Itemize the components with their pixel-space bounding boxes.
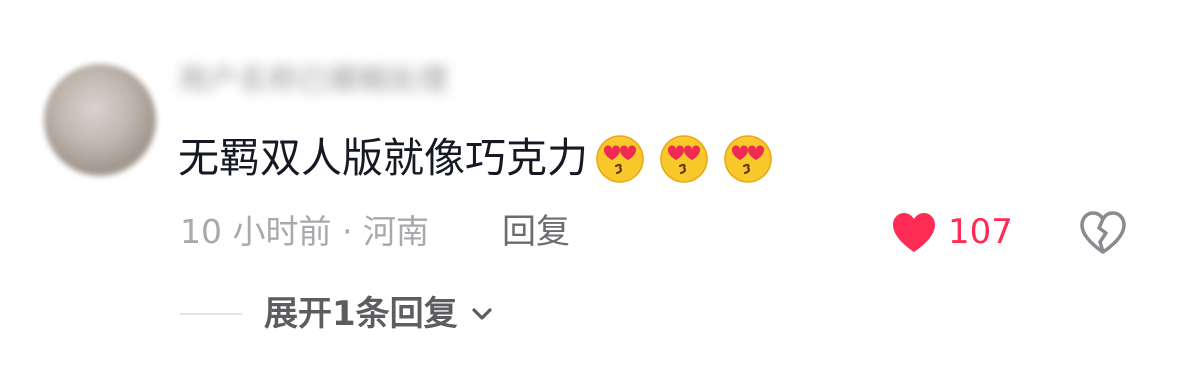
like-button[interactable]: 107 [890, 204, 1013, 260]
chevron-down-icon [472, 308, 492, 320]
broken-heart-icon [1080, 211, 1126, 254]
reply-button[interactable]: 回复 [502, 206, 570, 258]
username[interactable]: 用户名称已模糊处理 [178, 62, 448, 100]
expand-replies-button[interactable]: 展开1条回复 [180, 288, 496, 340]
heart-icon [893, 213, 935, 252]
comment-content: 无羁双人版就像巧克力 [178, 128, 774, 188]
heart-eyes-kiss-emoji-icon [596, 135, 644, 183]
avatar[interactable] [44, 64, 156, 176]
heart-eyes-kiss-emoji-icon [660, 135, 708, 183]
divider [180, 313, 242, 315]
comment-meta: 10 小时前 · 河南 [180, 212, 429, 251]
heart-eyes-kiss-emoji-icon [724, 135, 772, 183]
comment-text: 无羁双人版就像巧克力 [178, 134, 588, 182]
emoji-group [594, 132, 774, 184]
like-count: 107 [948, 212, 1013, 252]
expand-replies-label: 展开1条回复 [264, 294, 458, 334]
dislike-button[interactable] [1078, 208, 1128, 256]
comment-item: 用户名称已模糊处理 无羁双人版就像巧克力 10 小时前 · 河南 回复 107 … [0, 0, 1179, 379]
